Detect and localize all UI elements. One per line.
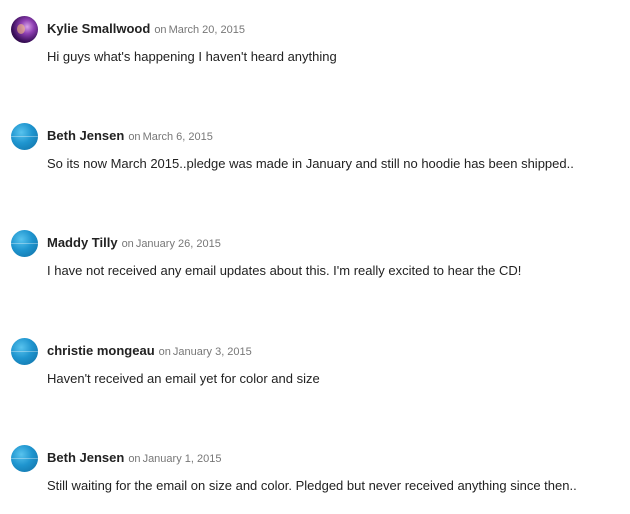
comment-date: January 26, 2015 [135, 238, 221, 250]
default-avatar-icon[interactable] [11, 230, 38, 257]
comment-item: Beth Jensen on March 6, 2015 So its now Ma… [0, 121, 630, 181]
comment-date: March 20, 2015 [168, 24, 245, 36]
comment-item: Kylie Smallwood on March 20, 2015 Hi guys … [0, 14, 630, 74]
comment-author[interactable]: Kylie Smallwood [47, 21, 150, 36]
comment-text: So its now March 2015..pledge was made i… [47, 156, 574, 171]
comment-meta: Kylie Smallwood on March 20, 2015 [47, 21, 245, 38]
comment-item: Beth Jensen on January 1, 2015 Still waiti… [0, 443, 630, 503]
comment-meta: christie mongeau on January 3, 2015 [47, 343, 252, 360]
comment-date: January 3, 2015 [172, 346, 252, 358]
comment-date-prefix: on [128, 131, 141, 143]
comment-item: Maddy Tilly on January 26, 2015 I have not… [0, 228, 630, 288]
comment-text: Haven't received an email yet for color … [47, 371, 320, 386]
comment-author[interactable]: christie mongeau [47, 343, 155, 358]
comment-author[interactable]: Beth Jensen [47, 450, 124, 465]
user-photo-avatar[interactable] [11, 16, 38, 43]
comment-author[interactable]: Beth Jensen [47, 128, 124, 143]
comment-date-prefix: on [121, 238, 134, 250]
comment-date-prefix: on [158, 346, 171, 358]
default-avatar-icon[interactable] [11, 123, 38, 150]
comment-author[interactable]: Maddy Tilly [47, 235, 118, 250]
comment-date: January 1, 2015 [142, 453, 222, 465]
comment-meta: Beth Jensen on January 1, 2015 [47, 450, 221, 467]
comment-list: Kylie Smallwood on March 20, 2015 Hi guys … [0, 0, 630, 514]
comment-item: christie mongeau on January 3, 2015 Haven'… [0, 336, 630, 396]
comment-date: March 6, 2015 [142, 131, 213, 143]
comment-meta: Beth Jensen on March 6, 2015 [47, 128, 213, 145]
comment-text: Hi guys what's happening I haven't heard… [47, 49, 337, 64]
default-avatar-icon[interactable] [11, 445, 38, 472]
default-avatar-icon[interactable] [11, 338, 38, 365]
comment-meta: Maddy Tilly on January 26, 2015 [47, 235, 221, 252]
comment-date-prefix: on [154, 24, 167, 36]
comment-text: I have not received any email updates ab… [47, 263, 522, 278]
comment-text: Still waiting for the email on size and … [47, 478, 577, 493]
comment-date-prefix: on [128, 453, 141, 465]
